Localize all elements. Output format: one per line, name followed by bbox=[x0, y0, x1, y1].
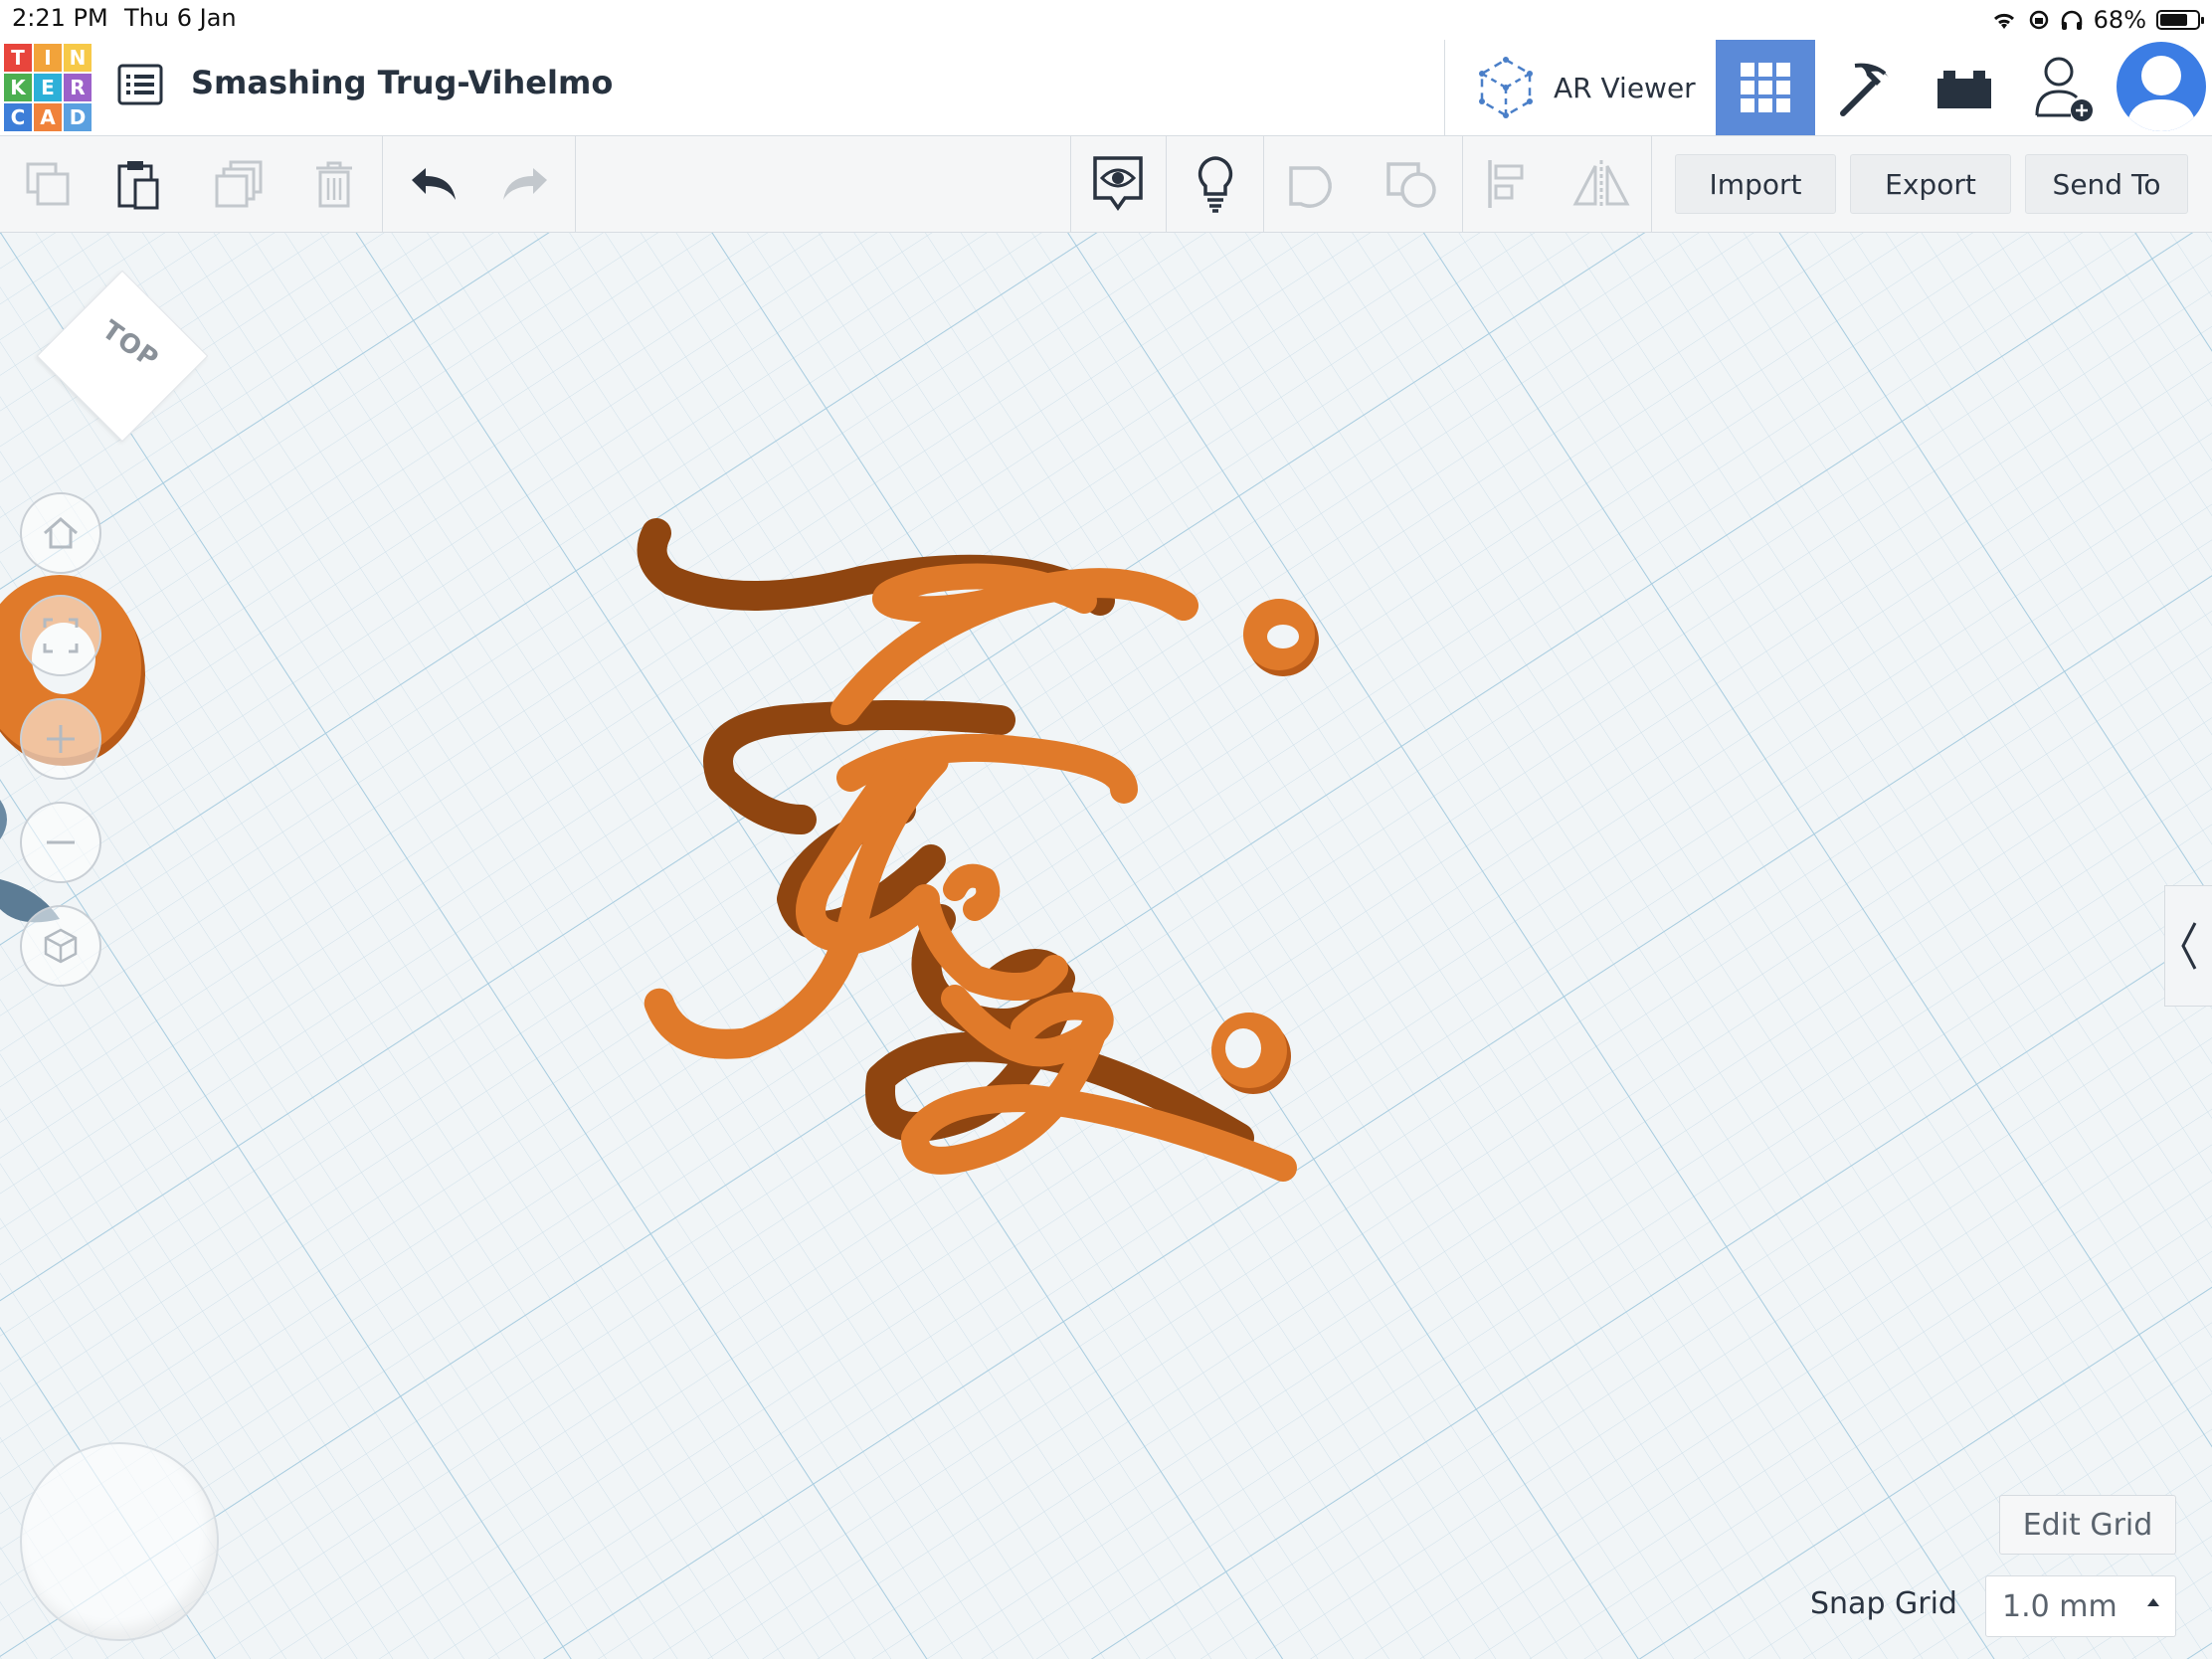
ungroup-button[interactable] bbox=[1381, 136, 1444, 232]
shapes-panel-toggle[interactable] bbox=[2164, 885, 2212, 1007]
logo-letter: R bbox=[64, 74, 92, 101]
ungroup-icon bbox=[1386, 162, 1436, 208]
copy-icon bbox=[26, 162, 70, 206]
lightbulb-icon bbox=[1198, 156, 1233, 213]
status-date: Thu 6 Jan bbox=[124, 4, 237, 32]
headphones-icon bbox=[2061, 10, 2082, 30]
eye-comment-icon bbox=[1093, 156, 1143, 212]
redo-button[interactable] bbox=[493, 136, 557, 232]
edit-grid-button[interactable]: Edit Grid bbox=[1999, 1495, 2176, 1555]
copy-button[interactable] bbox=[16, 136, 80, 232]
redo-icon bbox=[503, 168, 547, 200]
undo-icon bbox=[412, 168, 456, 200]
orbit-joystick[interactable] bbox=[20, 1442, 219, 1641]
align-icon bbox=[1488, 160, 1524, 208]
logo-letter: A bbox=[34, 103, 62, 131]
grid-icon bbox=[1741, 63, 1790, 112]
fit-view-icon bbox=[43, 618, 79, 653]
3d-design-view-button[interactable] bbox=[1716, 40, 1815, 135]
toolbar-divider bbox=[382, 136, 383, 232]
logo-letter: N bbox=[64, 44, 92, 72]
king-keychain-shape[interactable] bbox=[597, 511, 1353, 1227]
logo-letter: I bbox=[34, 44, 62, 72]
pickaxe-icon bbox=[1840, 63, 1889, 116]
chevron-left-icon bbox=[2181, 922, 2197, 970]
header-divider bbox=[1444, 40, 1445, 135]
wifi-icon bbox=[1993, 13, 2014, 29]
ar-viewer-label: AR Viewer bbox=[1554, 71, 1696, 104]
show-all-button[interactable] bbox=[1184, 136, 1247, 232]
paste-icon bbox=[117, 161, 159, 210]
notes-visibility-button[interactable] bbox=[1086, 136, 1150, 232]
status-bar: 2:21 PM Thu 6 Jan 68% bbox=[0, 0, 2212, 40]
plus-icon bbox=[47, 725, 75, 753]
send-to-button[interactable]: Send To bbox=[2025, 154, 2188, 214]
export-button[interactable]: Export bbox=[1850, 154, 2011, 214]
home-view-button[interactable] bbox=[20, 492, 101, 574]
logo-letter: T bbox=[4, 44, 32, 72]
delete-button[interactable] bbox=[302, 136, 366, 232]
mirror-icon bbox=[1572, 160, 1630, 208]
projection-toggle-button[interactable] bbox=[20, 905, 101, 987]
bricks-view-button[interactable] bbox=[1915, 40, 2014, 135]
blocks-view-button[interactable] bbox=[1815, 40, 1915, 135]
brick-icon bbox=[1937, 71, 1991, 108]
toolbar-divider bbox=[1070, 136, 1071, 232]
battery-percent: 68% bbox=[2093, 6, 2146, 34]
status-time: 2:21 PM bbox=[12, 4, 108, 32]
user-avatar[interactable] bbox=[2117, 42, 2206, 131]
rotation-lock-icon bbox=[2029, 10, 2048, 30]
battery-icon bbox=[2156, 10, 2204, 30]
group-icon bbox=[1289, 166, 1332, 208]
ar-viewer-button[interactable]: AR Viewer bbox=[1446, 40, 1715, 135]
snap-grid-label: Snap Grid bbox=[1810, 1586, 1957, 1621]
list-icon bbox=[117, 64, 163, 105]
toolbar-divider bbox=[1651, 136, 1652, 232]
import-button[interactable]: Import bbox=[1675, 154, 1836, 214]
group-button[interactable] bbox=[1281, 136, 1345, 232]
ar-cube-icon bbox=[1479, 57, 1533, 118]
workplane[interactable] bbox=[0, 233, 2212, 1659]
user-silhouette-icon bbox=[2126, 56, 2196, 131]
fit-view-button[interactable] bbox=[20, 595, 101, 676]
zoom-out-button[interactable] bbox=[20, 802, 101, 883]
add-user-icon bbox=[2035, 57, 2093, 121]
caret-up-icon bbox=[2147, 1598, 2159, 1606]
duplicate-icon bbox=[215, 160, 263, 208]
toolbar-divider bbox=[1462, 136, 1463, 232]
mirror-button[interactable] bbox=[1569, 136, 1633, 232]
duplicate-button[interactable] bbox=[207, 136, 271, 232]
paste-button[interactable] bbox=[107, 136, 171, 232]
status-indicators: 68% bbox=[1990, 2, 2204, 38]
logo-letter: D bbox=[64, 103, 92, 131]
logo-letter: C bbox=[4, 103, 32, 131]
trash-icon bbox=[316, 161, 352, 208]
snap-grid-value: 1.0 mm bbox=[2002, 1588, 2118, 1624]
toolbar-divider bbox=[575, 136, 576, 232]
undo-button[interactable] bbox=[402, 136, 465, 232]
snap-grid-select[interactable]: 1.0 mm bbox=[1985, 1575, 2176, 1637]
toolbar-divider bbox=[1166, 136, 1167, 232]
cube-icon bbox=[44, 928, 78, 964]
tinkercad-logo[interactable]: TIN KER CAD bbox=[4, 44, 92, 131]
toolbar-divider bbox=[1263, 136, 1264, 232]
document-title[interactable]: Smashing Trug-Vihelmo bbox=[191, 64, 613, 101]
logo-letter: E bbox=[34, 74, 62, 101]
design-menu-button[interactable] bbox=[117, 62, 163, 107]
invite-user-button[interactable] bbox=[2014, 40, 2114, 135]
minus-icon bbox=[47, 840, 75, 844]
logo-letter: K bbox=[4, 74, 32, 101]
align-button[interactable] bbox=[1476, 136, 1540, 232]
zoom-in-button[interactable] bbox=[20, 698, 101, 780]
home-icon bbox=[44, 517, 78, 549]
